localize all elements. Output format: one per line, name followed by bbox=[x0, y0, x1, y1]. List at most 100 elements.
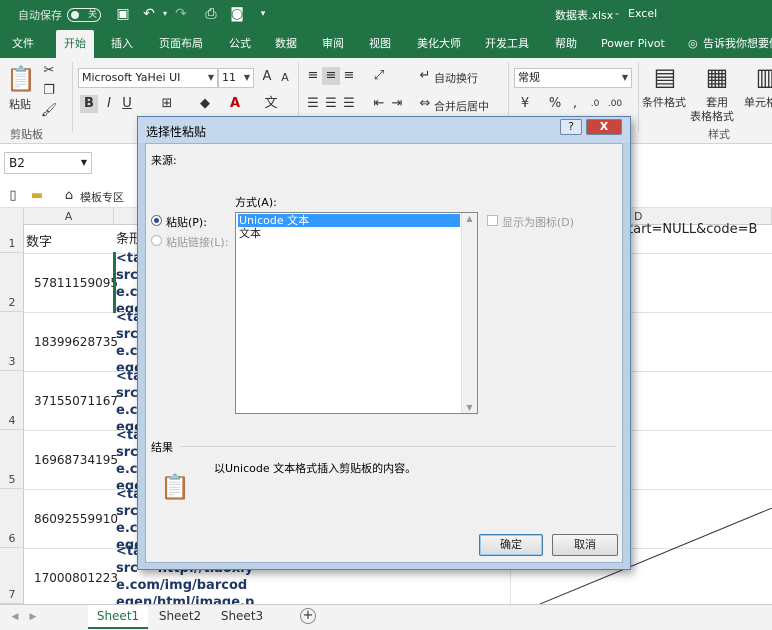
templates-link[interactable]: 模板专区 bbox=[80, 189, 124, 205]
scroll-right-icon[interactable]: ▶ bbox=[24, 608, 42, 626]
tab-data[interactable]: 数据 bbox=[275, 30, 297, 58]
align-top-icon[interactable]: ≡ bbox=[304, 67, 322, 85]
increase-decimal-icon[interactable]: .0 bbox=[586, 95, 604, 113]
row-header[interactable]: 3 bbox=[0, 312, 24, 371]
tab-developer[interactable]: 开发工具 bbox=[485, 30, 529, 58]
list-item[interactable]: 文本 bbox=[238, 227, 460, 240]
cell-a5[interactable]: 16968734195 bbox=[34, 453, 118, 467]
folder-icon[interactable]: ▬ bbox=[28, 187, 46, 205]
new-doc-icon[interactable]: ▯ bbox=[4, 187, 22, 205]
tab-power-pivot[interactable]: Power Pivot bbox=[601, 30, 665, 58]
underline-icon[interactable]: U bbox=[118, 95, 136, 113]
help-button[interactable]: ? bbox=[560, 119, 582, 135]
close-button[interactable]: X bbox=[586, 119, 622, 135]
tab-sheet1[interactable]: Sheet1 bbox=[88, 605, 148, 629]
italic-icon[interactable]: I bbox=[100, 95, 118, 113]
list-item[interactable]: Unicode 文本 bbox=[238, 214, 460, 227]
comma-icon[interactable]: , bbox=[566, 95, 584, 113]
tab-review[interactable]: 审阅 bbox=[322, 30, 344, 58]
tab-beautify[interactable]: 美化大师 bbox=[417, 30, 461, 58]
paste-link-radio[interactable] bbox=[151, 235, 162, 246]
show-as-icon-checkbox[interactable] bbox=[487, 215, 498, 226]
cell-a3[interactable]: 18399628735 bbox=[34, 335, 118, 349]
cell-a1[interactable]: 数字 bbox=[26, 231, 52, 250]
table-format-label-2[interactable]: 表格格式 bbox=[690, 108, 734, 124]
cut-icon[interactable]: ✂ bbox=[40, 62, 58, 80]
home-icon[interactable]: ⌂ bbox=[60, 187, 78, 205]
increase-indent-icon[interactable]: ⇥ bbox=[388, 95, 406, 113]
corner-select-all[interactable] bbox=[0, 208, 24, 225]
cell-style-button[interactable]: 单元格 bbox=[744, 94, 772, 110]
save-icon[interactable]: ▣ bbox=[114, 5, 132, 23]
cancel-button[interactable]: 取消 bbox=[552, 534, 618, 556]
grow-font-icon[interactable]: A bbox=[258, 68, 276, 86]
add-sheet-icon[interactable]: + bbox=[300, 608, 316, 624]
cell-a2[interactable]: 57811159095 bbox=[34, 276, 118, 290]
autosave-toggle[interactable]: 关 bbox=[67, 8, 101, 22]
scroll-down-icon[interactable]: ▼ bbox=[462, 403, 477, 412]
tab-view[interactable]: 视图 bbox=[369, 30, 391, 58]
row-header[interactable]: 6 bbox=[0, 489, 24, 548]
decrease-decimal-icon[interactable]: .00 bbox=[606, 95, 624, 113]
currency-icon[interactable]: ¥ bbox=[516, 95, 534, 113]
paste-icon[interactable]: 📋 bbox=[6, 64, 36, 94]
align-right-icon[interactable]: ☰ bbox=[340, 95, 358, 113]
list-scrollbar[interactable]: ▲ ▼ bbox=[461, 213, 477, 413]
percent-icon[interactable]: % bbox=[546, 95, 564, 113]
borders-icon[interactable]: ⊞ bbox=[158, 95, 176, 113]
customize-toolbar-icon[interactable]: ▾ bbox=[254, 5, 272, 23]
row-header[interactable]: 4 bbox=[0, 371, 24, 430]
merge-center-button[interactable]: 合并后居中 bbox=[434, 98, 489, 114]
merge-center-icon[interactable]: ⇔ bbox=[416, 95, 434, 113]
conditional-format-button[interactable]: 条件格式 bbox=[642, 94, 686, 110]
row-header[interactable]: 2 bbox=[0, 253, 24, 312]
paste-button-label[interactable]: 粘贴 bbox=[9, 96, 31, 112]
tab-file[interactable]: 文件 bbox=[12, 30, 34, 58]
phonetic-icon[interactable]: 文 bbox=[262, 95, 280, 113]
format-list[interactable]: Unicode 文本 文本 ▲ ▼ bbox=[235, 212, 478, 414]
camera-icon[interactable]: ◙ bbox=[228, 5, 246, 23]
paste-radio-label[interactable]: 粘贴(P): bbox=[166, 214, 207, 230]
cell-style-icon[interactable]: ▥ bbox=[752, 62, 772, 92]
ok-button[interactable]: 确定 bbox=[479, 534, 543, 556]
decrease-indent-icon[interactable]: ⇤ bbox=[370, 95, 388, 113]
bold-icon[interactable]: B bbox=[80, 95, 98, 113]
align-bottom-icon[interactable]: ≡ bbox=[340, 67, 358, 85]
orientation-icon[interactable]: ⤢ bbox=[370, 67, 388, 85]
dialog-title-bar[interactable]: 选择性粘贴 ? X bbox=[138, 117, 630, 143]
row-header[interactable]: 5 bbox=[0, 430, 24, 489]
fill-color-icon[interactable]: ◆ bbox=[196, 95, 214, 113]
column-header-a[interactable]: A bbox=[24, 208, 114, 225]
wrap-text-button[interactable]: 自动换行 bbox=[434, 70, 478, 86]
redo-icon[interactable]: ↷ bbox=[172, 5, 190, 23]
tab-page-layout[interactable]: 页面布局 bbox=[159, 30, 203, 58]
tab-sheet3[interactable]: Sheet3 bbox=[212, 605, 272, 629]
number-format-dropdown[interactable]: 常规 ▼ bbox=[514, 68, 632, 88]
copy-icon[interactable]: ❐ bbox=[40, 82, 58, 100]
tab-sheet2[interactable]: Sheet2 bbox=[150, 605, 210, 629]
paste-radio[interactable] bbox=[151, 215, 162, 226]
cell-d1[interactable]: tart=NULL&code=B bbox=[628, 222, 757, 237]
show-as-icon-label[interactable]: 显示为图标(D) bbox=[502, 214, 574, 230]
print-preview-icon[interactable]: ⎙ bbox=[202, 5, 220, 23]
align-middle-icon[interactable]: ≡ bbox=[322, 67, 340, 85]
conditional-format-icon[interactable]: ▤ bbox=[650, 62, 680, 92]
font-size-dropdown[interactable]: 11 ▼ bbox=[218, 68, 254, 88]
name-box[interactable]: B2 ▼ bbox=[4, 152, 92, 174]
row-header[interactable]: 1 bbox=[0, 225, 24, 253]
align-left-icon[interactable]: ☰ bbox=[304, 95, 322, 113]
paste-link-radio-label[interactable]: 粘贴链接(L): bbox=[166, 234, 228, 250]
tab-help[interactable]: 帮助 bbox=[555, 30, 577, 58]
scroll-up-icon[interactable]: ▲ bbox=[462, 214, 477, 223]
scroll-left-icon[interactable]: ◀ bbox=[6, 608, 24, 626]
row-header[interactable]: 7 bbox=[0, 548, 24, 604]
tell-me-search[interactable]: 告诉我你想要做 bbox=[703, 30, 772, 58]
tab-formulas[interactable]: 公式 bbox=[229, 30, 251, 58]
format-painter-icon[interactable]: 🖌 bbox=[40, 102, 58, 120]
wrap-text-icon[interactable]: ↵ bbox=[416, 67, 434, 85]
cell-a6[interactable]: 86092559910 bbox=[34, 512, 118, 526]
cell-a4[interactable]: 37155071167 bbox=[34, 394, 118, 408]
cell-a7[interactable]: 17000801223 bbox=[34, 571, 118, 585]
tab-insert[interactable]: 插入 bbox=[111, 30, 133, 58]
font-color-icon[interactable]: A bbox=[226, 95, 244, 113]
